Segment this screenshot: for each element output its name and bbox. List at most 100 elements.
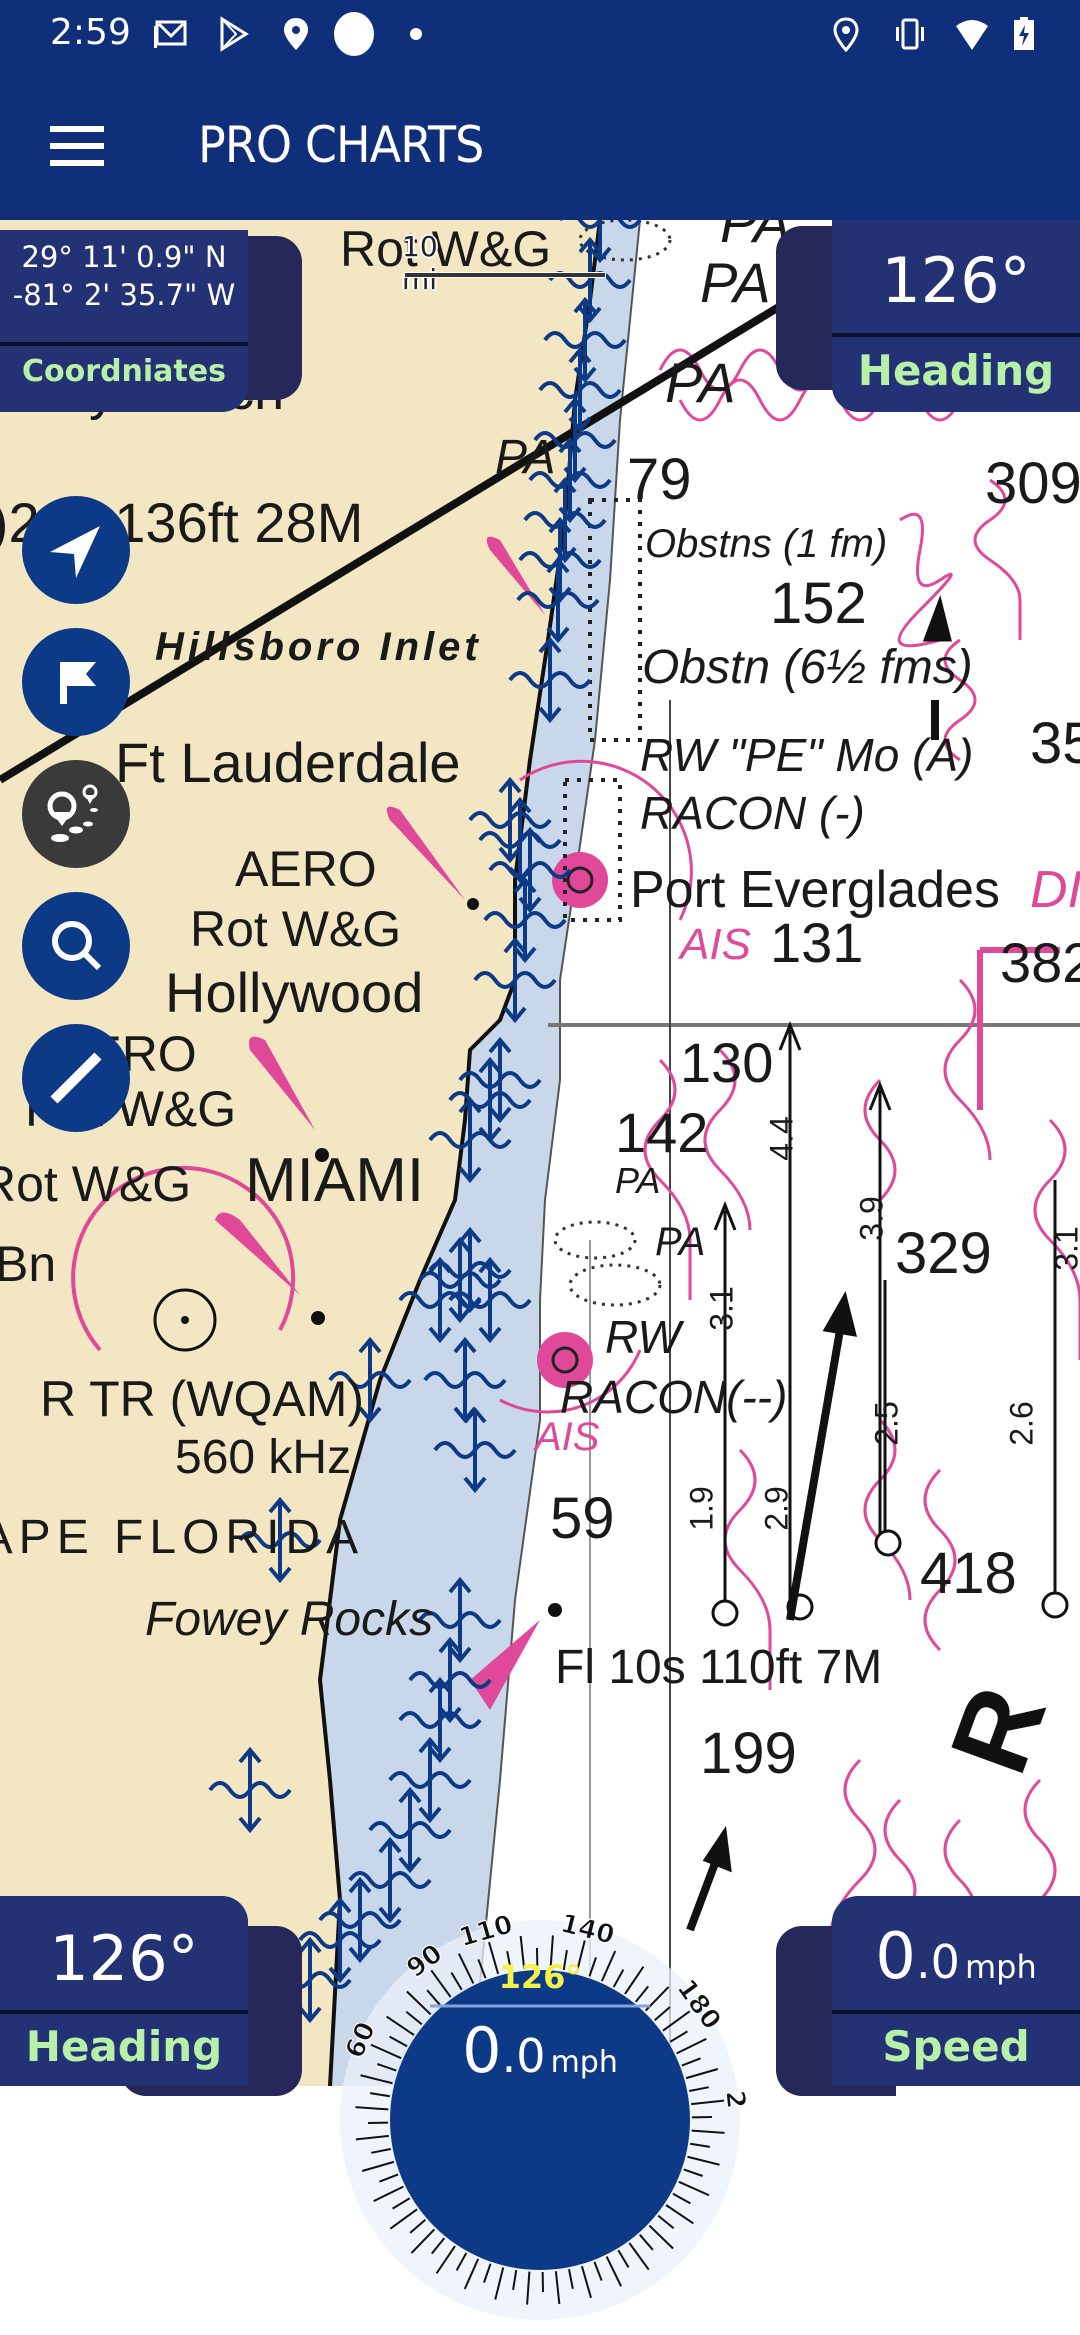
map-label: 1.9 [684,1486,721,1530]
cable-area [570,1265,660,1305]
map-label: RACON (-) [640,786,865,840]
app-bar: PRO CHARTS [0,68,1080,220]
landmark-dot [548,1603,562,1617]
map-label: 152 [770,570,867,637]
map-label: 35 [1030,710,1080,777]
map-label: Bn [0,1235,56,1293]
route-button[interactable] [22,760,130,868]
scale-label: 10 mi [402,230,438,296]
map-label: PA [495,430,555,485]
map-label: 142 [615,1100,708,1165]
map-label: PA [615,1160,660,1202]
compass-speed-int: 0 [462,2014,501,2087]
chart-letter-r: R [927,1671,1070,1788]
map-label: Rot W&G [190,900,401,958]
ruler-line-icon [22,1024,130,1132]
heading-panel-top[interactable]: 126° Heading [776,220,1080,412]
speed-int: 0 [875,1920,916,1994]
flag-icon [22,628,130,736]
gmail-icon [153,16,189,52]
map-label: Rot W&G [0,1155,191,1213]
map-label: 2.9 [759,1486,796,1530]
speed-dec: .0 [916,1935,960,1989]
compass-tick-label: 2 [719,2089,750,2110]
speed-panel[interactable]: 0.0 mph Speed [776,1896,1080,2086]
map-label: CAPE FLORIDA [0,1510,364,1565]
compass-speed: 0.0 mph [330,2014,750,2087]
map-label: 2.5 [869,1401,906,1445]
map-label: Fl 10s 110ft 7M [555,1640,882,1695]
nautical-chart-map[interactable]: R Rot W&G Delray Beach PA PA PA PA (2)20… [0,220,1080,2086]
speed-value: 0.0 mph [832,1920,1080,1994]
map-label: PA [700,250,771,315]
compass-speed-unit: mph [551,2045,618,2080]
map-label: 130 [680,1030,773,1095]
heading-panel-bottom[interactable]: 126° Heading [0,1896,304,2086]
map-label: Fowey Rocks [145,1592,433,1647]
scale-line [404,272,606,278]
cable-area [555,1222,635,1258]
speed-label: Speed [832,2022,1080,2071]
status-bar: 2:59 [0,0,1080,68]
map-label: 329 [895,1220,992,1287]
map-label: 3.1 [704,1286,741,1330]
status-time: 2:59 [50,12,131,53]
longitude-value: -81° 2' 35.7" W [0,278,248,312]
map-label: AERO [235,840,377,898]
map-label: 3.9 [854,1196,891,1240]
hamburger-menu-icon[interactable] [50,126,104,166]
magenta-track [899,480,1020,760]
measure-button[interactable] [22,1024,130,1132]
coordinates-label: Coordniates [0,354,248,389]
location-outline-icon [828,16,864,52]
latitude-value: 29° 11' 0.9" N [0,240,248,274]
map-label: RW [605,1310,681,1364]
heading-value: 126° [0,1922,248,1995]
map-label: AIS [535,1415,599,1460]
coordinates-panel[interactable]: 29° 11' 0.9" N -81° 2' 35.7" W Coordniat… [0,230,246,412]
compass-dial[interactable]: 60901101401802 126° 0.0 mph [330,1910,750,2330]
map-label: PA [655,1220,705,1265]
map-label: Hollywood [165,960,423,1025]
map-label: R TR (WQAM) [40,1370,364,1428]
map-label: Obstn (6½ fms) [642,640,973,695]
play-store-icon [216,16,252,52]
map-label: 59 [550,1485,615,1552]
battery-charging-icon [1006,16,1042,52]
map-label: 560 kHz [175,1430,351,1485]
map-label: 309 [985,450,1080,517]
map-label: Rot W&G [340,220,551,278]
navigation-arrow-icon [22,496,130,604]
map-label: 2.6 [1004,1401,1041,1445]
search-icon [22,892,130,1000]
heading-label: Heading [0,2022,248,2071]
dot-icon [408,26,424,42]
search-button[interactable] [22,892,130,1000]
map-label: 4.4 [764,1116,801,1160]
map-label: Hillsboro Inlet [155,625,482,670]
compass-speed-dec: .0 [502,2029,546,2083]
map-label: AIS [680,920,751,970]
map-label: Ft Lauderdale [115,730,461,795]
map-label: DI [1030,860,1080,920]
vibrate-icon [892,16,928,52]
map-label: RW "PE" Mo (A) [640,728,973,782]
navigate-button[interactable] [22,496,130,604]
route-pins-icon [22,760,130,868]
location-icon [278,16,314,52]
map-label: Obstns (1 fm) [645,522,887,567]
wifi-icon [954,16,990,52]
app-title: PRO CHARTS [198,116,483,174]
map-label: 418 [920,1540,1017,1607]
map-label: 79 [627,446,692,513]
map-label: 131 [770,910,863,975]
waypoint-flag-button[interactable] [22,628,130,736]
map-label: MIAMI [245,1145,424,1216]
racon-marker [552,852,608,908]
landmark-dot [467,898,479,910]
circle-notification-icon [332,10,376,58]
map-label: 199 [700,1720,797,1787]
heading-label: Heading [832,346,1080,395]
landmark-dot [311,1311,325,1325]
heading-value: 126° [832,244,1080,317]
